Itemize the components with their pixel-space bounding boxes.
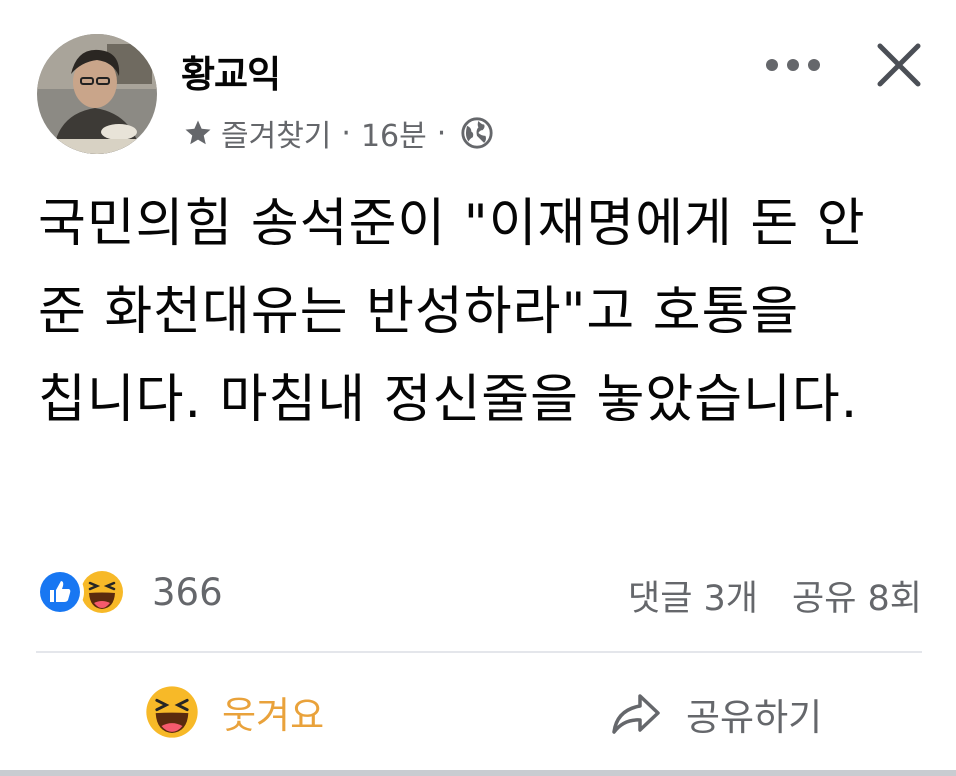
more-icon-dot: [808, 59, 820, 71]
laugh-label: 웃겨요: [222, 694, 325, 737]
haha-icon: [146, 686, 198, 738]
author-avatar[interactable]: [37, 34, 157, 154]
share-button[interactable]: 공유하기: [610, 686, 822, 742]
more-icon: [766, 59, 778, 71]
bottom-separator: [0, 770, 956, 776]
post-text: 국민의힘 송석준이 "이재명에게 돈 안 준 화천대유는 반성하라"고 호통을 …: [38, 194, 866, 430]
comment-count[interactable]: 댓글 3개: [628, 570, 758, 621]
globe-icon: [461, 117, 493, 149]
more-options-button[interactable]: [766, 54, 820, 76]
like-reaction-icon: [36, 568, 84, 616]
star-icon: [185, 120, 211, 145]
share-count[interactable]: 공유 8회: [792, 570, 922, 621]
reaction-summary[interactable]: 366: [36, 568, 223, 616]
share-label: 공유하기: [686, 696, 823, 739]
divider: [36, 651, 922, 653]
author-name[interactable]: 황교익: [181, 44, 281, 98]
meta-separator-2: ·: [436, 115, 447, 151]
post-time[interactable]: 16분: [361, 111, 427, 155]
laugh-reaction-button[interactable]: 웃겨요: [144, 684, 324, 740]
post-meta: 즐겨찾기 · 16분 ·: [183, 111, 494, 155]
share-icon: [612, 694, 660, 734]
audience-label[interactable]: 즐겨찾기: [221, 111, 331, 155]
more-icon-dot: [787, 59, 799, 71]
meta-separator: ·: [341, 115, 351, 151]
engagement-counts: 댓글 3개 공유 8회: [628, 570, 922, 621]
haha-reaction-icon: [81, 571, 123, 613]
close-icon[interactable]: [876, 42, 922, 88]
reaction-count: 366: [152, 570, 223, 614]
